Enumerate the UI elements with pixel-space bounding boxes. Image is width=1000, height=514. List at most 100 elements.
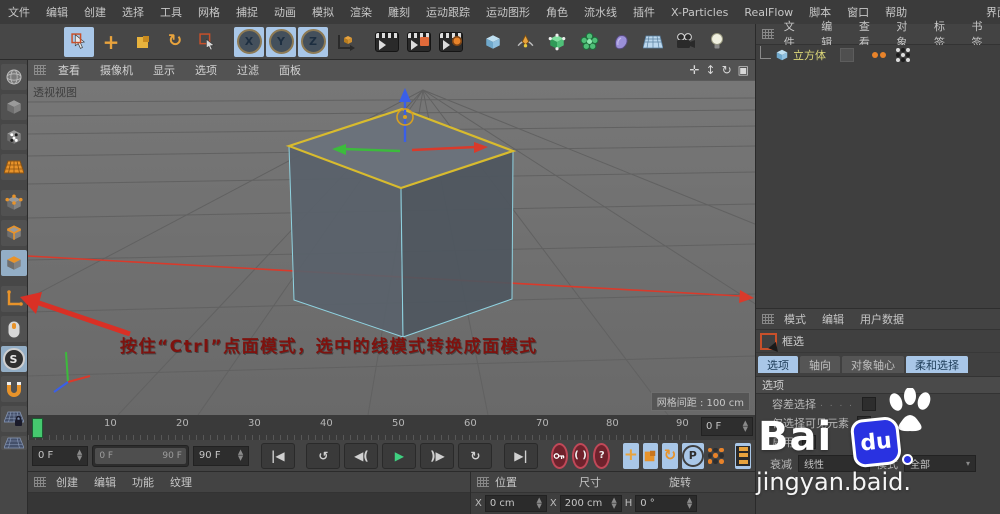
go-to-end-button[interactable]: ▶| — [504, 443, 538, 469]
lock-y-axis-button[interactable]: Y — [266, 27, 296, 57]
stepper-icon[interactable]: ▲▼ — [71, 450, 82, 461]
stepper-icon[interactable]: ▲▼ — [232, 450, 243, 461]
lock-x-axis-button[interactable]: X — [234, 27, 264, 57]
enable-checkbox[interactable] — [802, 435, 816, 449]
viewport-menu-cameras[interactable]: 摄像机 — [90, 62, 143, 78]
frame-range-slider[interactable]: 0 F 90 F — [92, 445, 189, 467]
falloff-dropdown[interactable]: 线性 ▾ — [798, 455, 870, 472]
make-editable-button[interactable] — [1, 64, 27, 90]
end-frame-field[interactable]: 90 F ▲▼ — [193, 446, 249, 466]
cube-object[interactable] — [289, 109, 513, 337]
tab-options[interactable]: 选项 — [758, 356, 798, 373]
stepper-icon[interactable]: ▲▼ — [687, 498, 692, 509]
material-menu-edit[interactable]: 编辑 — [86, 474, 124, 490]
pan-view-icon[interactable]: ✛ — [689, 64, 699, 76]
panel-grid-icon[interactable] — [762, 314, 774, 324]
panel-grid-icon[interactable] — [477, 477, 489, 487]
coordinate-system-button[interactable] — [330, 27, 360, 57]
play-button[interactable]: ▶ — [382, 443, 416, 469]
polygons-mode-button[interactable] — [1, 250, 27, 276]
am-menu-mode[interactable]: 模式 — [776, 311, 814, 327]
subdivision-surface-button[interactable] — [542, 27, 572, 57]
menu-realflow[interactable]: RealFlow — [736, 6, 801, 19]
mograph-generator-button[interactable] — [574, 27, 604, 57]
panel-grid-icon[interactable] — [34, 65, 46, 75]
object-name[interactable]: 立方体 — [793, 47, 826, 63]
previous-frame-button[interactable]: ◀( — [344, 443, 378, 469]
timeline-ruler[interactable]: 0 10 20 30 40 50 60 70 80 90 — [28, 415, 693, 440]
material-list-area[interactable] — [28, 493, 470, 514]
camera-button[interactable] — [670, 27, 700, 57]
stepper-icon[interactable]: ▲▼ — [536, 498, 541, 509]
light-button[interactable] — [702, 27, 732, 57]
zoom-view-icon[interactable]: ↕ — [706, 64, 716, 76]
am-menu-userdata[interactable]: 用户数据 — [852, 311, 912, 327]
magnet-snap-button[interactable] — [1, 376, 27, 402]
add-primitive-button[interactable] — [478, 27, 508, 57]
menu-mesh[interactable]: 网格 — [190, 4, 228, 20]
render-picture-viewer-button[interactable] — [404, 27, 434, 57]
object-row-cube[interactable]: 立方体 — [756, 45, 1000, 65]
tab-axis[interactable]: 轴向 — [800, 356, 840, 373]
menu-select[interactable]: 选择 — [114, 4, 152, 20]
current-frame-field[interactable]: 0 F ▲▼ — [32, 446, 88, 466]
environment-button[interactable] — [638, 27, 668, 57]
edges-mode-button[interactable] — [1, 220, 27, 246]
autokey-button[interactable]: ( ) — [572, 443, 589, 469]
perspective-viewport[interactable]: 查看 摄像机 显示 选项 过滤 面板 ✛ ↕ ↻ ▣ 透视视图 网格间距 : 1… — [28, 60, 755, 416]
rotate-tool-button[interactable]: ↻ — [160, 27, 190, 57]
am-menu-edit[interactable]: 编辑 — [814, 311, 852, 327]
menu-edit[interactable]: 编辑 — [38, 4, 76, 20]
key-pla-button[interactable] — [708, 443, 724, 469]
viewport-menu-panel[interactable]: 面板 — [269, 62, 311, 78]
points-mode-button[interactable] — [1, 190, 27, 216]
menu-snap[interactable]: 捕捉 — [228, 4, 266, 20]
visibility-toggle-icon[interactable] — [840, 48, 854, 62]
menu-animate[interactable]: 动画 — [266, 4, 304, 20]
options-section-header[interactable]: 选项 — [756, 376, 1000, 394]
menu-mograph[interactable]: 运动图形 — [478, 4, 538, 20]
panel-grid-icon[interactable] — [762, 29, 774, 39]
menu-simulate[interactable]: 模拟 — [304, 4, 342, 20]
material-menu-function[interactable]: 功能 — [124, 474, 162, 490]
panel-grid-icon[interactable] — [34, 477, 46, 487]
select-tool-button[interactable] — [64, 27, 94, 57]
go-to-start-button[interactable]: |◀ — [261, 443, 295, 469]
deformer-button[interactable] — [606, 27, 636, 57]
editor-render-dots-icon[interactable] — [872, 52, 886, 58]
menu-render[interactable]: 渲染 — [342, 4, 380, 20]
timeline-window-button[interactable] — [735, 443, 751, 469]
render-view-button[interactable] — [372, 27, 402, 57]
workplane-mode-button[interactable] — [1, 154, 27, 180]
menu-sculpt[interactable]: 雕刻 — [380, 4, 418, 20]
scale-tool-button[interactable] — [128, 27, 158, 57]
object-manager-list[interactable]: 立方体 — [756, 45, 1000, 309]
key-scale-button[interactable] — [643, 443, 659, 469]
key-parameter-button[interactable]: P — [682, 443, 704, 469]
menu-create[interactable]: 创建 — [76, 4, 114, 20]
material-menu-create[interactable]: 创建 — [48, 474, 86, 490]
rot-h-field[interactable]: 0 ° ▲▼ — [635, 495, 697, 512]
live-selection-button[interactable] — [192, 27, 222, 57]
render-settings-button[interactable] — [436, 27, 466, 57]
phong-tag-icon[interactable] — [896, 48, 910, 62]
workplane-lock-button[interactable] — [1, 406, 27, 432]
timeline-playhead[interactable] — [32, 418, 43, 438]
play-backwards-button[interactable]: ↺ — [306, 443, 340, 469]
tab-object-axis[interactable]: 对象轴心 — [842, 356, 904, 373]
viewport-menu-view[interactable]: 查看 — [48, 62, 90, 78]
menu-motion-tracker[interactable]: 运动跟踪 — [418, 4, 478, 20]
viewport-menu-display[interactable]: 显示 — [143, 62, 185, 78]
current-frame-box[interactable]: 0 F ▲▼ — [701, 417, 753, 436]
menu-pipeline[interactable]: 流水线 — [576, 4, 625, 20]
menu-tools[interactable]: 工具 — [152, 4, 190, 20]
mode-dropdown[interactable]: 全部 ▾ — [904, 455, 976, 472]
lock-z-axis-button[interactable]: Z — [298, 27, 328, 57]
stepper-icon[interactable]: ▲▼ — [611, 498, 616, 509]
menu-plugins[interactable]: 插件 — [625, 4, 663, 20]
pos-x-field[interactable]: 0 cm ▲▼ — [485, 495, 547, 512]
viewport-menu-filter[interactable]: 过滤 — [227, 62, 269, 78]
workplane-grid-button[interactable] — [1, 436, 27, 450]
model-mode-button[interactable] — [1, 94, 27, 120]
size-x-field[interactable]: 200 cm ▲▼ — [560, 495, 622, 512]
